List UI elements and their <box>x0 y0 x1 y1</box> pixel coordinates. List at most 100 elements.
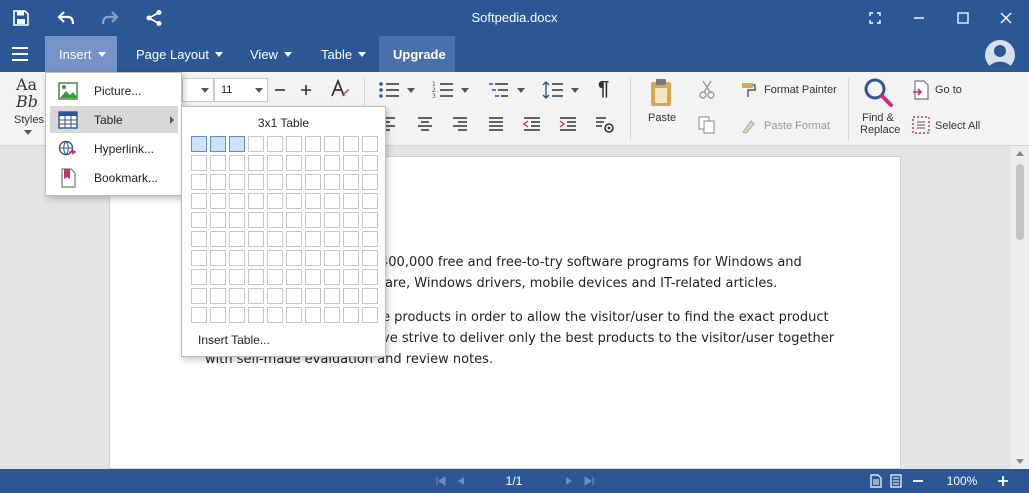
copy-icon[interactable] <box>698 116 716 137</box>
table-grid-cell[interactable] <box>267 307 283 323</box>
table-grid-cell[interactable] <box>305 307 321 323</box>
menu-insert[interactable]: Insert <box>45 36 117 72</box>
table-grid-cell[interactable] <box>229 155 245 171</box>
multilevel-list-chevron-down-icon[interactable] <box>517 88 525 93</box>
table-grid-cell[interactable] <box>305 288 321 304</box>
table-grid-cell[interactable] <box>343 174 359 190</box>
close-icon[interactable] <box>993 6 1019 30</box>
table-grid-cell[interactable] <box>229 269 245 285</box>
last-page-icon[interactable] <box>582 473 596 489</box>
menu-table[interactable]: Table <box>307 36 380 72</box>
table-grid-cell[interactable] <box>362 288 378 304</box>
find-replace-icon[interactable] <box>862 76 894 111</box>
table-grid-cell[interactable] <box>248 269 264 285</box>
next-page-icon[interactable] <box>562 473 576 489</box>
table-grid-cell[interactable] <box>286 307 302 323</box>
zoom-in-icon[interactable] <box>995 473 1011 489</box>
table-grid-cell[interactable] <box>229 193 245 209</box>
table-grid-cell[interactable] <box>191 250 207 266</box>
table-grid-cell[interactable] <box>286 212 302 228</box>
line-spacing-chevron-down-icon[interactable] <box>571 88 579 93</box>
table-grid-cell[interactable] <box>305 136 321 152</box>
table-grid-cell[interactable] <box>343 307 359 323</box>
align-center-icon[interactable] <box>417 116 433 135</box>
scrollbar-thumb[interactable] <box>1016 164 1024 240</box>
bullet-list-icon[interactable] <box>378 80 400 103</box>
table-grid-cell[interactable] <box>191 288 207 304</box>
table-grid-cell[interactable] <box>210 307 226 323</box>
format-painter-label[interactable]: Format Painter <box>764 84 837 96</box>
table-grid-cell[interactable] <box>286 174 302 190</box>
fullscreen-icon[interactable] <box>862 6 888 30</box>
insert-menu-hyperlink[interactable]: Hyperlink... <box>50 135 178 162</box>
table-grid-cell[interactable] <box>210 193 226 209</box>
paragraph-settings-icon[interactable] <box>595 116 615 137</box>
table-grid-cell[interactable] <box>286 288 302 304</box>
table-grid-cell[interactable] <box>343 193 359 209</box>
table-grid-cell[interactable] <box>362 231 378 247</box>
table-grid-cell[interactable] <box>267 174 283 190</box>
table-grid-cell[interactable] <box>248 212 264 228</box>
user-avatar-icon[interactable] <box>985 40 1015 70</box>
table-grid-cell[interactable] <box>362 250 378 266</box>
font-size-combo[interactable]: 11 <box>214 78 268 102</box>
table-grid-cell[interactable] <box>286 269 302 285</box>
table-grid-cell[interactable] <box>267 269 283 285</box>
decrease-font-size-icon[interactable] <box>272 80 288 103</box>
table-grid-cell[interactable] <box>305 155 321 171</box>
table-grid-cell[interactable] <box>267 250 283 266</box>
table-grid-cell[interactable] <box>229 307 245 323</box>
show-formatting-marks-icon[interactable]: ¶ <box>598 78 609 101</box>
table-grid-cell[interactable] <box>286 250 302 266</box>
minimize-icon[interactable] <box>906 6 932 30</box>
table-grid-cell[interactable] <box>343 136 359 152</box>
format-painter-icon[interactable] <box>741 82 757 101</box>
table-grid-cell[interactable] <box>324 174 340 190</box>
table-grid-cell[interactable] <box>267 212 283 228</box>
scroll-up-icon[interactable] <box>1016 151 1024 156</box>
table-grid-cell[interactable] <box>191 155 207 171</box>
insert-menu-table[interactable]: Table <box>50 106 178 133</box>
table-grid-cell[interactable] <box>362 307 378 323</box>
table-grid-cell[interactable] <box>267 155 283 171</box>
table-grid-cell[interactable] <box>248 231 264 247</box>
web-layout-icon[interactable] <box>888 473 904 489</box>
table-grid-cell[interactable] <box>210 288 226 304</box>
table-grid-cell[interactable] <box>267 193 283 209</box>
table-grid-cell[interactable] <box>305 193 321 209</box>
cut-icon[interactable] <box>698 80 716 103</box>
font-name-combo[interactable] <box>182 78 214 102</box>
table-grid-cell[interactable] <box>210 155 226 171</box>
table-grid-cell[interactable] <box>191 136 207 152</box>
table-grid-cell[interactable] <box>324 155 340 171</box>
table-grid-cell[interactable] <box>210 136 226 152</box>
table-grid-cell[interactable] <box>191 231 207 247</box>
table-grid-cell[interactable] <box>229 231 245 247</box>
print-layout-icon[interactable] <box>868 473 884 489</box>
table-grid-cell[interactable] <box>286 231 302 247</box>
select-all-icon[interactable] <box>912 116 930 137</box>
table-grid-cell[interactable] <box>248 307 264 323</box>
table-grid-cell[interactable] <box>229 174 245 190</box>
insert-menu-picture[interactable]: Picture... <box>50 77 178 104</box>
table-grid-cell[interactable] <box>324 231 340 247</box>
insert-table-button[interactable]: Insert Table... <box>198 333 270 347</box>
table-grid-cell[interactable] <box>210 174 226 190</box>
table-grid-cell[interactable] <box>324 212 340 228</box>
styles-chevron-down-icon[interactable] <box>24 130 32 135</box>
table-grid-cell[interactable] <box>191 174 207 190</box>
table-grid-cell[interactable] <box>267 136 283 152</box>
menu-page-layout[interactable]: Page Layout <box>122 36 237 72</box>
previous-page-icon[interactable] <box>454 473 468 489</box>
table-grid-cell[interactable] <box>343 250 359 266</box>
table-grid-cell[interactable] <box>305 212 321 228</box>
table-grid-cell[interactable] <box>229 136 245 152</box>
zoom-level[interactable]: 100% <box>940 473 984 489</box>
table-grid-cell[interactable] <box>343 269 359 285</box>
table-grid-cell[interactable] <box>324 250 340 266</box>
table-grid-cell[interactable] <box>362 193 378 209</box>
table-grid-cell[interactable] <box>343 212 359 228</box>
table-grid-cell[interactable] <box>210 231 226 247</box>
decrease-indent-icon[interactable] <box>522 116 541 135</box>
paste-icon[interactable] <box>649 78 673 111</box>
